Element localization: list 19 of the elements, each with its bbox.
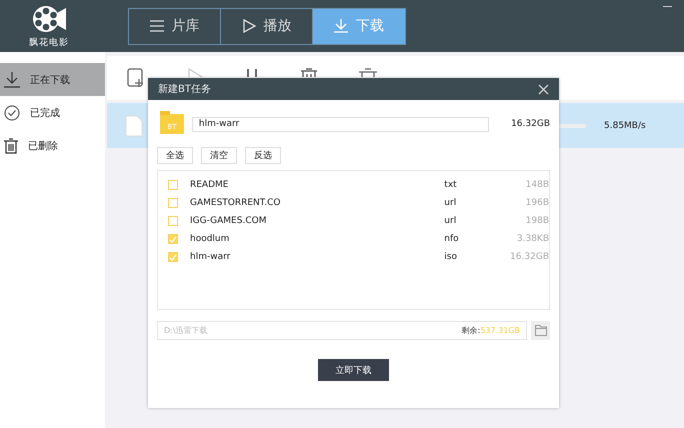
file-name: hlm-warr <box>190 252 232 262</box>
file-name: IGG-GAMES.COM <box>190 216 268 226</box>
download-speed: 5.85MB/s <box>604 120 647 130</box>
file-name: GAMESTORRENT.CO <box>190 198 282 208</box>
file-extension: txt <box>444 180 458 190</box>
file-size: 3.38KB <box>516 234 549 244</box>
dialog-title: 新建BT任务 <box>158 82 211 96</box>
file-size: 148B <box>524 180 549 190</box>
file-size: 196B <box>524 198 549 208</box>
file-extension: url <box>444 198 458 208</box>
file-size: 198B <box>524 216 549 226</box>
file-extension: iso <box>444 252 458 262</box>
file-name: README <box>190 180 230 190</box>
file-name: hoodlum <box>190 234 230 244</box>
total-size: 16.32GB <box>511 119 550 129</box>
file-size: 16.32GB <box>509 252 549 262</box>
file-extension: url <box>444 216 458 226</box>
app-name: 飘花电影 <box>29 36 69 48</box>
file-extension: nfo <box>444 234 460 244</box>
